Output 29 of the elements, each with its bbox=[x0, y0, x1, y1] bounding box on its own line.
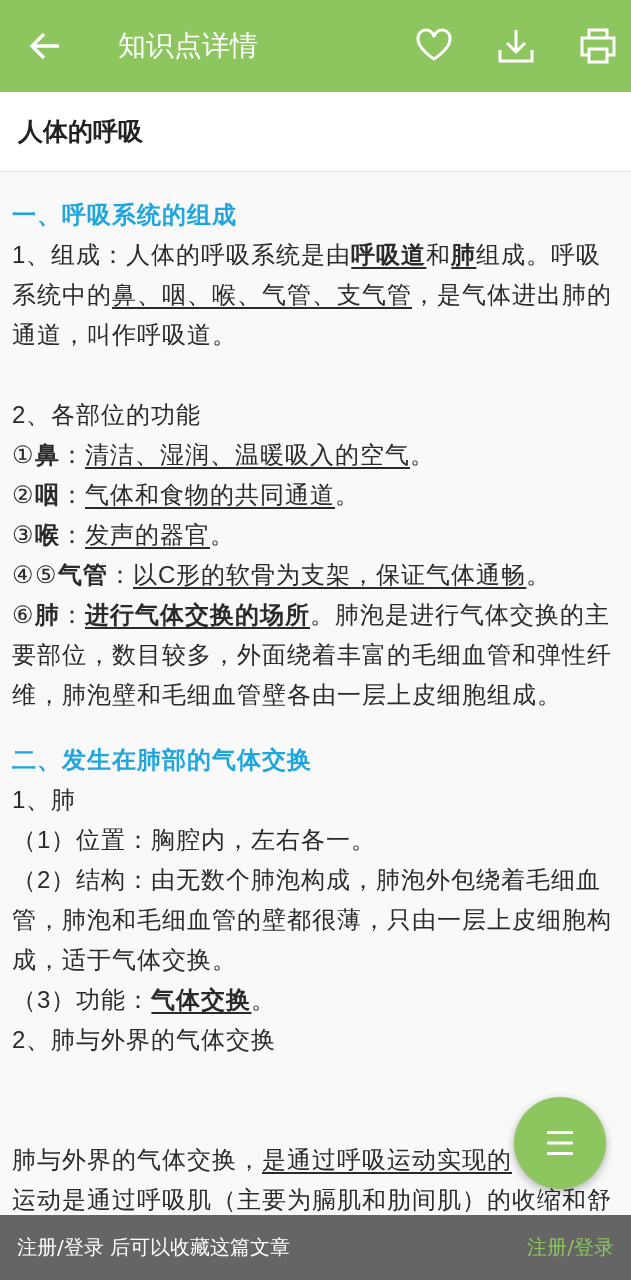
paragraph: 1、肺 bbox=[12, 785, 78, 815]
download-icon bbox=[497, 28, 535, 64]
login-prompt: 注册/登录 后可以收藏这篇文章 bbox=[17, 1234, 291, 1261]
paragraph: （3）功能：气体交换。 bbox=[12, 985, 278, 1015]
menu-icon bbox=[547, 1130, 573, 1156]
printer-icon bbox=[579, 28, 617, 64]
paragraph: 运动是通过呼吸肌（主要为膈肌和肋间肌）的收缩和舒 bbox=[12, 1185, 613, 1215]
paragraph: 2、肺与外界的气体交换 bbox=[12, 1025, 278, 1055]
paragraph: （2）结构：由无数个肺泡构成，肺泡外包绕着毛细血管，肺泡和毛细血管的壁都很薄，只由一层上皮细胞构成，适于气体交换。 bbox=[12, 865, 613, 975]
section-heading: 二、发生在肺部的气体交换 bbox=[12, 745, 313, 775]
paragraph: 2、各部位的功能 bbox=[12, 400, 203, 430]
paragraph: ①鼻：清洁、湿润、温暖吸入的空气。 bbox=[12, 440, 436, 470]
paragraph: ③喉：发声的器官。 bbox=[12, 520, 236, 550]
section-heading: 一、呼吸系统的组成 bbox=[12, 200, 238, 230]
paragraph: （1）位置：胸腔内，左右各一。 bbox=[12, 825, 378, 855]
login-link[interactable]: 注册/登录 bbox=[527, 1234, 614, 1261]
paragraph: 肺与外界的气体交换，是通过呼吸运动实现的 bbox=[12, 1145, 512, 1175]
menu-button[interactable] bbox=[514, 1097, 606, 1189]
paragraph: 1、组成：人体的呼吸系统是由呼吸道和肺组成。呼吸系统中的鼻、咽、喉、气管、支气管，是气体进出肺的通道，叫作呼吸道。 bbox=[12, 240, 613, 350]
download-button[interactable] bbox=[497, 28, 535, 64]
paragraph: ②咽：气体和食物的共同通道。 bbox=[12, 480, 361, 510]
print-button[interactable] bbox=[579, 28, 617, 64]
article-title: 人体的呼吸 bbox=[18, 116, 144, 148]
paragraph: ④⑤气管：以C形的软骨为支架，保证气体通畅。 bbox=[12, 560, 553, 590]
screen-title: 知识点详情 bbox=[118, 28, 259, 64]
heart-icon bbox=[415, 28, 453, 62]
back-button[interactable] bbox=[28, 31, 62, 61]
paragraph: ⑥肺：进行气体交换的场所。肺泡是进行气体交换的主要部位，数目较多，外面绕着丰富的毛细血管和弹性纤维，肺泡壁和毛细血管壁各由一层上皮细胞组成。 bbox=[12, 600, 613, 710]
back-arrow-icon bbox=[28, 31, 62, 61]
